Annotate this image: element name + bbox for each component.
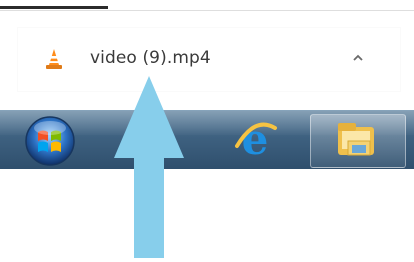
windows-orb-icon (25, 116, 75, 166)
chevron-up-icon (353, 54, 363, 61)
taskbar: e (0, 110, 414, 169)
start-button[interactable] (18, 115, 82, 167)
windows-explorer-button[interactable] (310, 114, 406, 168)
download-options-button[interactable] (344, 44, 372, 72)
annotation-arrow (114, 76, 184, 258)
browser-top-edge (0, 0, 414, 11)
arrow-up-icon (114, 76, 184, 258)
folder-icon (338, 123, 374, 156)
blank-area (0, 169, 414, 259)
tab-indicator (0, 6, 108, 9)
ie-icon: e (235, 116, 277, 164)
internet-explorer-button[interactable]: e (224, 114, 286, 166)
download-filename[interactable]: video (9).mp4 (90, 48, 211, 68)
download-item[interactable]: video (9).mp4 (18, 28, 400, 91)
download-bar: video (9).mp4 (0, 11, 414, 110)
vlc-cone-icon (44, 48, 64, 70)
